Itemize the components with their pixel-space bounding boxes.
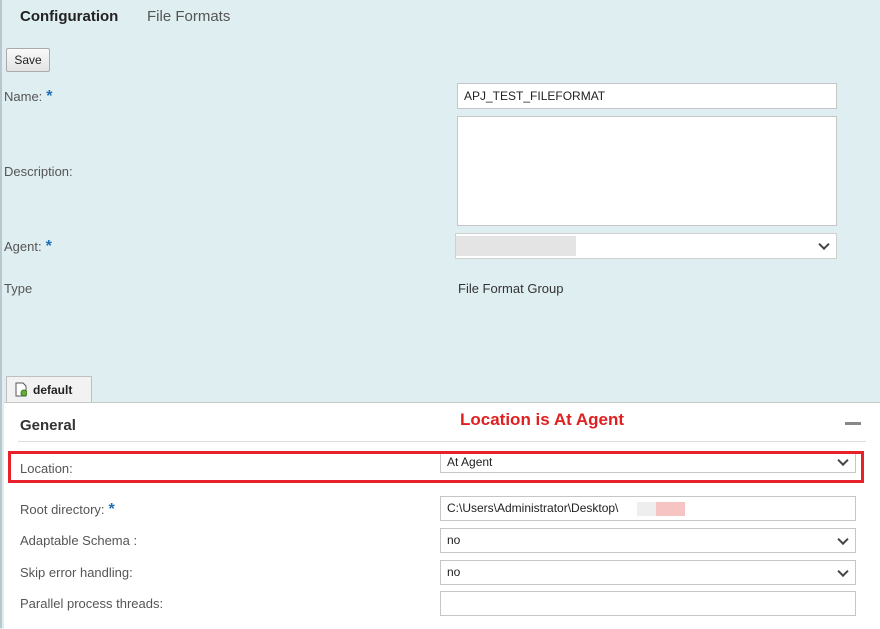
save-button[interactable]: Save <box>6 48 50 72</box>
highlight-box <box>8 451 864 483</box>
name-input[interactable] <box>457 83 837 109</box>
required-marker: * <box>46 88 53 105</box>
skip-error-handling-label: Skip error handling: <box>20 565 133 580</box>
adaptable-schema-select[interactable]: no <box>440 528 856 553</box>
skip-error-handling-select[interactable]: no <box>440 560 856 585</box>
root-directory-label: Root directory: * <box>20 501 115 519</box>
general-section-title: General <box>20 417 76 434</box>
redacted-agent-name <box>456 236 576 256</box>
root-directory-label-text: Root directory: <box>20 502 105 517</box>
redacted-path <box>637 502 685 516</box>
tab-configuration[interactable]: Configuration <box>20 8 118 25</box>
collapse-icon[interactable] <box>845 422 861 425</box>
agent-label: Agent: * <box>4 238 52 256</box>
adaptable-schema-value: no <box>447 533 461 547</box>
agent-label-text: Agent: <box>4 239 42 254</box>
chevron-down-icon <box>837 565 849 577</box>
agent-select[interactable] <box>455 233 837 259</box>
type-label: Type <box>4 281 33 296</box>
adaptable-schema-label: Adaptable Schema : <box>20 533 138 548</box>
name-label: Name: * <box>4 88 53 106</box>
section-divider <box>18 441 866 442</box>
tab-default-label: default <box>33 383 73 397</box>
annotation-text: Location is At Agent <box>460 410 625 429</box>
left-edge-bar <box>0 0 2 628</box>
skip-error-handling-value: no <box>447 565 461 579</box>
document-gear-icon <box>15 382 27 397</box>
type-value: File Format Group <box>458 281 564 296</box>
parallel-threads-label: Parallel process threads: <box>20 596 164 611</box>
description-textarea[interactable] <box>457 116 837 226</box>
root-directory-input[interactable]: C:\Users\Administrator\Desktop\ <box>440 496 856 521</box>
tab-default[interactable]: default <box>6 376 92 403</box>
chevron-down-icon <box>837 533 849 545</box>
description-label: Description: <box>4 164 73 179</box>
required-marker: * <box>108 501 115 518</box>
parallel-threads-input[interactable] <box>440 591 856 616</box>
chevron-down-icon <box>818 238 830 251</box>
tab-file-formats[interactable]: File Formats <box>147 8 230 25</box>
name-label-text: Name: <box>4 89 43 104</box>
root-directory-value: C:\Users\Administrator\Desktop\ <box>447 501 619 515</box>
required-marker: * <box>45 238 52 255</box>
